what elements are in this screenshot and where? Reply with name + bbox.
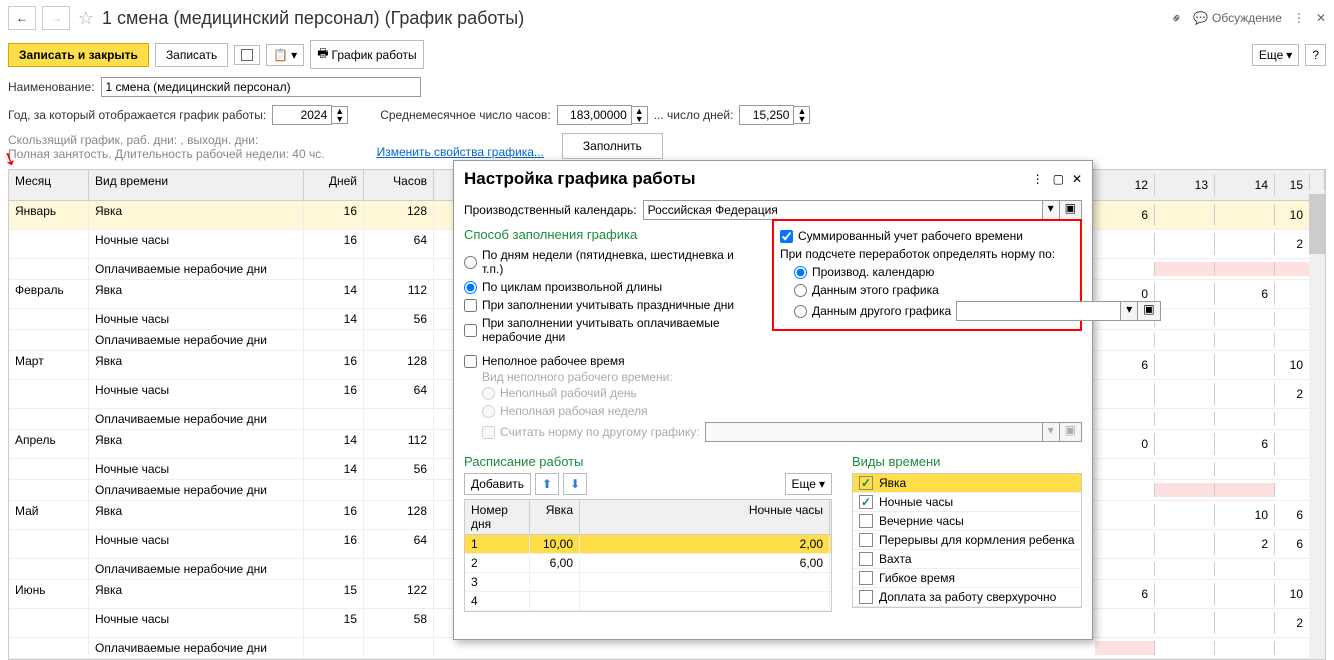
schedule-button[interactable]: 🖶График работы: [310, 40, 423, 69]
more-button-2[interactable]: Еще ▾: [785, 473, 832, 495]
type-row[interactable]: Вечерние часы: [853, 512, 1081, 531]
col-day[interactable]: 15: [1275, 174, 1310, 196]
fill-button[interactable]: Заполнить: [562, 133, 663, 159]
types-title: Виды времени: [852, 450, 1082, 473]
type-row[interactable]: ✓Явка: [853, 474, 1081, 493]
type-row[interactable]: Доплата за работу сверхурочно: [853, 588, 1081, 607]
type-row[interactable]: Вахта: [853, 550, 1081, 569]
copy-icon: 📋: [273, 48, 288, 62]
chevron-down-icon[interactable]: ▾: [1043, 200, 1060, 220]
checkbox[interactable]: [859, 590, 873, 604]
maximize-icon[interactable]: ▢: [1053, 172, 1064, 186]
avg-spinner[interactable]: ▲▼: [557, 105, 648, 125]
sched-row[interactable]: 4: [465, 592, 831, 611]
norm-label: При подсчете переработок определять норм…: [780, 245, 1074, 263]
tool-btn-2[interactable]: 📋▾: [266, 44, 304, 66]
sched-table: Номер дня Явка Ночные часы 110,002,0026,…: [464, 499, 832, 612]
back-button[interactable]: ←: [8, 6, 36, 30]
types-list: ✓Явка✓Ночные часыВечерние часыПерерывы д…: [852, 473, 1082, 608]
kebab-icon[interactable]: ⋮: [1031, 172, 1045, 186]
calendar-select[interactable]: ▾ ▣: [643, 200, 1082, 220]
settings-modal: Настройка графика работы ⋮ ▢ ✕ Производс…: [453, 160, 1093, 640]
modal-title: Настройка графика работы: [464, 169, 1023, 189]
type-row[interactable]: Перерывы для кормления ребенка: [853, 531, 1081, 550]
square-icon: [241, 49, 253, 61]
radio-cycles[interactable]: [464, 281, 477, 294]
othernorm-select: ▾▣: [705, 422, 1082, 442]
info-1: Скользящий график, раб. дни: , выходн. д…: [8, 133, 325, 147]
checkbox[interactable]: [859, 571, 873, 585]
type-row[interactable]: ✓Ночные часы: [853, 493, 1081, 512]
col-day[interactable]: 14: [1215, 174, 1275, 196]
print-icon: 🖶: [317, 44, 328, 65]
year-label: Год, за который отображается график рабо…: [8, 108, 266, 122]
kebab-icon[interactable]: ⋮: [1292, 11, 1306, 25]
tool-btn-1[interactable]: [234, 45, 260, 65]
check-summed[interactable]: [780, 230, 793, 243]
forward-button[interactable]: →: [42, 6, 70, 30]
col-night[interactable]: Ночные часы: [580, 500, 830, 534]
parttype-label: Вид неполного рабочего времени:: [464, 370, 1082, 384]
change-props-link[interactable]: Изменить свойства графика...: [377, 145, 544, 159]
star-icon[interactable]: ☆: [76, 8, 96, 28]
col-daynum[interactable]: Номер дня: [465, 500, 530, 534]
check-holidays[interactable]: [464, 299, 477, 312]
sched-row[interactable]: 3: [465, 573, 831, 592]
year-spinner[interactable]: ▲▼: [272, 105, 348, 125]
move-down-button[interactable]: ⬇: [563, 473, 587, 495]
open-icon[interactable]: ▣: [1060, 200, 1082, 220]
check-parttime[interactable]: [464, 355, 477, 368]
sched-title: Расписание работы: [464, 450, 832, 473]
col-type[interactable]: Вид времени: [89, 170, 304, 200]
col-days[interactable]: Дней: [304, 170, 364, 200]
page-title: 1 смена (медицинский персонал) (График р…: [102, 8, 1165, 29]
table-row[interactable]: Оплачиваемые нерабочие дни: [9, 638, 1325, 659]
checkbox[interactable]: ✓: [859, 495, 873, 509]
calendar-label: Производственный календарь:: [464, 203, 637, 217]
radio-weekdays[interactable]: [464, 256, 477, 269]
type-row[interactable]: Гибкое время: [853, 569, 1081, 588]
checkbox[interactable]: [859, 552, 873, 566]
more-button[interactable]: Еще▾: [1252, 44, 1299, 66]
checkbox[interactable]: [859, 533, 873, 547]
radio-norm-cal[interactable]: [794, 266, 807, 279]
col-hours[interactable]: Часов: [364, 170, 434, 200]
avg-label: Среднемесячное число часов:: [380, 108, 551, 122]
sched-row[interactable]: 110,002,00: [465, 535, 831, 554]
save-button[interactable]: Записать: [155, 43, 228, 67]
check-paid-nonwork[interactable]: [464, 324, 477, 337]
info-2: Полная занятость. Длительность рабочей н…: [8, 147, 325, 161]
chevron-down-icon: ▾: [291, 48, 297, 62]
checkbox[interactable]: [859, 514, 873, 528]
col-yavka[interactable]: Явка: [530, 500, 580, 534]
sched-row[interactable]: 26,006,00: [465, 554, 831, 573]
days-spinner[interactable]: ▲▼: [739, 105, 810, 125]
radio-partday: [482, 387, 495, 400]
radio-norm-other[interactable]: [794, 305, 807, 318]
help-button[interactable]: ?: [1305, 44, 1326, 66]
checkbox[interactable]: ✓: [859, 476, 873, 490]
scrollbar[interactable]: [1309, 190, 1325, 659]
close-icon[interactable]: ✕: [1072, 172, 1082, 186]
close-icon[interactable]: ✕: [1316, 11, 1326, 25]
chevron-down-icon: ▾: [1286, 48, 1292, 62]
radio-norm-this[interactable]: [794, 284, 807, 297]
save-close-button[interactable]: Записать и закрыть: [8, 43, 149, 67]
check-othernorm: [482, 426, 495, 439]
discuss-icon[interactable]: 💬Обсуждение: [1193, 11, 1282, 25]
radio-partweek: [482, 405, 495, 418]
col-day[interactable]: 13: [1155, 174, 1215, 196]
name-input[interactable]: [101, 77, 421, 97]
other-sched-select[interactable]: ▾▣: [956, 301, 1074, 321]
days-label: ... число дней:: [654, 108, 734, 122]
move-up-button[interactable]: ⬆: [535, 473, 559, 495]
col-day[interactable]: 12: [1095, 174, 1155, 196]
fill-method-title: Способ заполнения графика: [464, 223, 752, 246]
highlighted-box: Суммированный учет рабочего времени При …: [772, 219, 1082, 331]
name-label: Наименование:: [8, 80, 95, 94]
link-icon[interactable]: ⚭: [1167, 8, 1187, 28]
add-button[interactable]: Добавить: [464, 473, 531, 495]
col-month[interactable]: Месяц: [9, 170, 89, 200]
